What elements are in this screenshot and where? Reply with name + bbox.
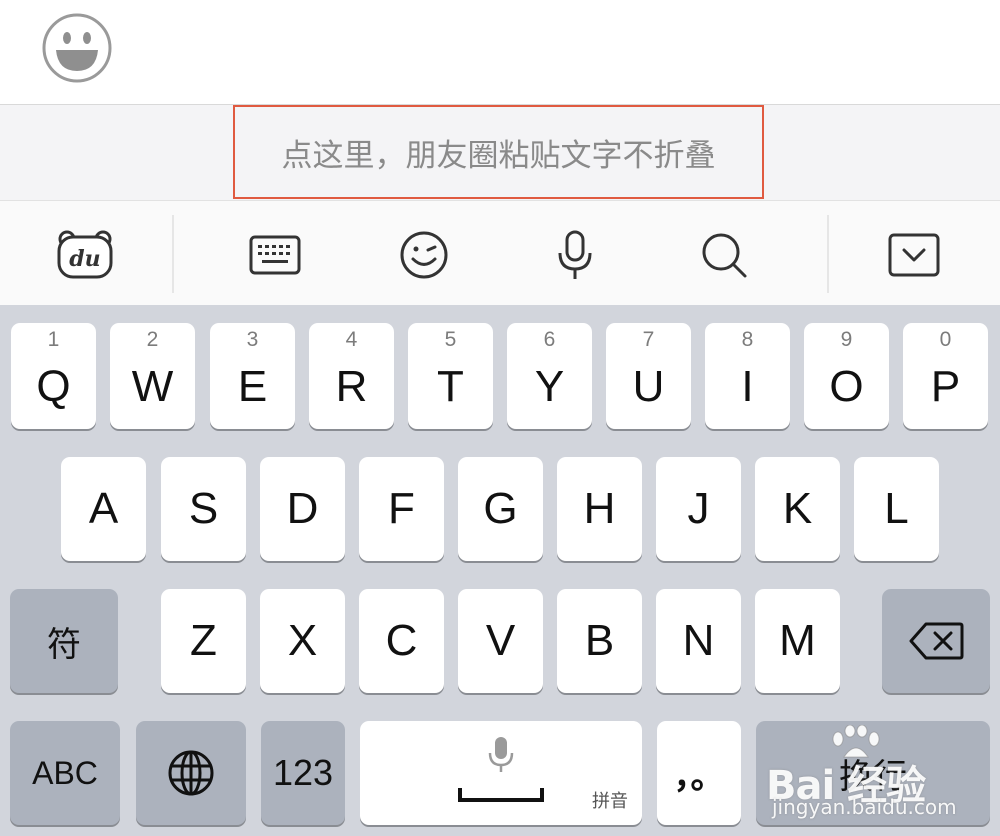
key-v[interactable]: V xyxy=(458,589,543,693)
key-c[interactable]: C xyxy=(359,589,444,693)
key-letter: Q xyxy=(36,362,71,411)
abc-key[interactable]: ABC xyxy=(10,721,120,825)
key-i[interactable]: 8 I xyxy=(705,323,790,429)
key-e[interactable]: 3 E xyxy=(210,323,295,429)
key-a[interactable]: A xyxy=(61,457,146,561)
key-l[interactable]: L xyxy=(854,457,939,561)
key-letter: H xyxy=(583,484,616,533)
key-letter: R xyxy=(335,362,368,411)
key-letter: Y xyxy=(534,362,565,411)
key-number-hint: 2 xyxy=(146,328,159,351)
key-letter: Z xyxy=(190,616,217,665)
key-number-hint: 7 xyxy=(642,328,655,351)
key-h[interactable]: H xyxy=(557,457,642,561)
punctuation-key[interactable]: ，。 xyxy=(657,721,741,825)
backspace-icon xyxy=(909,622,964,660)
key-number-hint: 6 xyxy=(543,328,556,351)
return-key[interactable]: 换行 xyxy=(756,721,990,825)
number-key[interactable]: 123 xyxy=(261,721,345,825)
key-letter: L xyxy=(884,484,909,533)
paste-hint-text: 点这里，朋友圈粘贴文字不折叠 xyxy=(281,137,716,174)
microphone-icon[interactable] xyxy=(545,225,605,285)
space-mic-icon xyxy=(488,737,514,772)
key-number-hint: 9 xyxy=(840,328,853,351)
key-n[interactable]: N xyxy=(656,589,741,693)
toolbar-divider xyxy=(172,215,174,293)
key-s[interactable]: S xyxy=(161,457,246,561)
search-icon[interactable] xyxy=(694,225,754,285)
key-number-hint: 4 xyxy=(345,328,358,351)
key-u[interactable]: 7 U xyxy=(606,323,691,429)
key-letter: K xyxy=(782,484,813,533)
paste-hint-box[interactable]: 点这里，朋友圈粘贴文字不折叠 xyxy=(233,105,764,199)
key-letter: U xyxy=(632,362,665,411)
collapse-keyboard-icon[interactable] xyxy=(884,225,944,285)
key-r[interactable]: 4 R xyxy=(309,323,394,429)
wink-emoji-icon[interactable] xyxy=(394,225,454,285)
key-letter: T xyxy=(437,362,464,411)
key-o[interactable]: 9 O xyxy=(804,323,889,429)
abc-key-label: ABC xyxy=(32,754,98,791)
key-number-hint: 0 xyxy=(939,328,952,351)
key-letter: N xyxy=(682,616,715,665)
symbol-key[interactable]: 符 xyxy=(10,589,118,693)
globe-icon xyxy=(168,750,214,796)
key-m[interactable]: M xyxy=(755,589,840,693)
key-letter: V xyxy=(485,616,516,665)
key-letter: A xyxy=(88,484,119,533)
key-f[interactable]: F xyxy=(359,457,444,561)
key-letter: G xyxy=(483,484,518,533)
key-letter: P xyxy=(930,362,961,411)
space-bar-icon xyxy=(458,788,544,802)
key-j[interactable]: J xyxy=(656,457,741,561)
svg-text:du: du xyxy=(69,246,100,272)
paste-area: 点这里，朋友圈粘贴文字不折叠 xyxy=(0,105,1000,200)
space-sublabel: 拼音 xyxy=(592,791,628,812)
keyboard-icon[interactable] xyxy=(245,225,305,285)
return-key-label: 换行 xyxy=(839,756,907,797)
key-t[interactable]: 5 T xyxy=(408,323,493,429)
key-letter: I xyxy=(741,362,754,411)
key-number-hint: 8 xyxy=(741,328,754,351)
number-key-label: 123 xyxy=(272,752,334,793)
composer-bar xyxy=(0,0,1000,105)
delete-key[interactable] xyxy=(882,589,990,693)
key-letter: F xyxy=(388,484,415,533)
key-p[interactable]: 0 P xyxy=(903,323,988,429)
key-letter: B xyxy=(584,616,615,665)
key-k[interactable]: K xyxy=(755,457,840,561)
du-logo-icon[interactable]: du xyxy=(55,225,115,285)
space-key[interactable]: 拼音 xyxy=(360,721,642,825)
key-letter: S xyxy=(188,484,219,533)
key-letter: W xyxy=(131,362,174,411)
key-letter: C xyxy=(385,616,418,665)
key-letter: D xyxy=(286,484,319,533)
key-b[interactable]: B xyxy=(557,589,642,693)
key-y[interactable]: 6 Y xyxy=(507,323,592,429)
key-letter: J xyxy=(687,484,710,533)
key-letter: E xyxy=(237,362,268,411)
key-letter: O xyxy=(829,362,864,411)
toolbar-divider xyxy=(827,215,829,293)
key-q[interactable]: 1 Q xyxy=(11,323,96,429)
key-x[interactable]: X xyxy=(260,589,345,693)
globe-key[interactable] xyxy=(136,721,246,825)
key-letter: X xyxy=(287,616,318,665)
key-number-hint: 1 xyxy=(47,328,60,351)
keyboard-toolbar: du xyxy=(0,200,1000,306)
symbol-key-label: 符 xyxy=(47,624,81,665)
smiley-face-icon[interactable] xyxy=(42,13,112,83)
key-d[interactable]: D xyxy=(260,457,345,561)
key-number-hint: 3 xyxy=(246,328,259,351)
keyboard: 1 Q 2 W 3 E 4 R 5 T 6 Y 7 U 8 I 9 O 0 P … xyxy=(0,305,1000,836)
key-letter: M xyxy=(779,616,816,665)
punctuation-key-label: ，。 xyxy=(673,756,725,797)
key-w[interactable]: 2 W xyxy=(110,323,195,429)
key-number-hint: 5 xyxy=(444,328,457,351)
key-z[interactable]: Z xyxy=(161,589,246,693)
key-g[interactable]: G xyxy=(458,457,543,561)
